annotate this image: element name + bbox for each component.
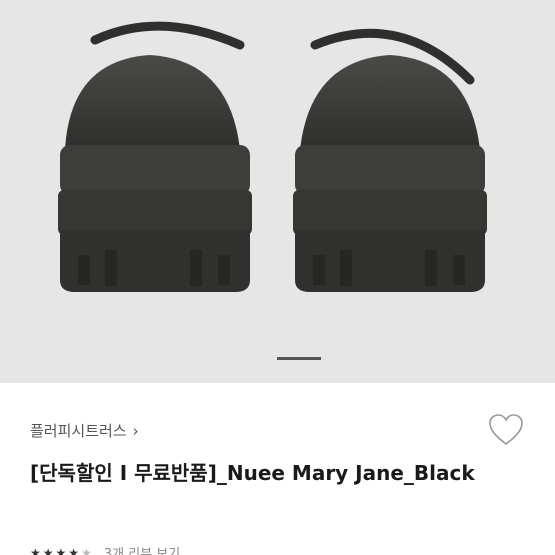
right-shoe	[293, 28, 487, 292]
product-image	[58, 21, 487, 292]
star-icon: ★	[42, 545, 54, 555]
rating-stars: ★ ★ ★ ★ ★	[30, 546, 92, 555]
star-icon: ★	[55, 545, 67, 555]
star-icon: ★	[68, 545, 80, 555]
brand-link[interactable]: 플러피시트러스 ›	[30, 420, 139, 441]
star-icon: ★	[30, 545, 41, 555]
heart-icon	[489, 414, 523, 446]
product-title: [단독할인 I 무료반품]_Nuee Mary Jane_Black	[30, 461, 475, 485]
left-shoe	[58, 21, 252, 292]
chevron-right-icon: ›	[132, 421, 139, 440]
review-link[interactable]: 3개 리뷰 보기	[104, 543, 180, 555]
brand-name: 플러피시트러스	[30, 422, 127, 440]
star-empty-icon: ★	[81, 545, 92, 555]
wishlist-heart-button[interactable]	[487, 411, 525, 449]
gallery-page-indicator	[277, 357, 321, 360]
product-info: 플러피시트러스 › [단독할인 I 무료반품]_Nuee Mary Jane_B…	[0, 383, 555, 555]
rating-row[interactable]: ★ ★ ★ ★ ★ 3개 리뷰 보기	[30, 543, 180, 555]
product-image-gallery[interactable]	[0, 0, 555, 383]
